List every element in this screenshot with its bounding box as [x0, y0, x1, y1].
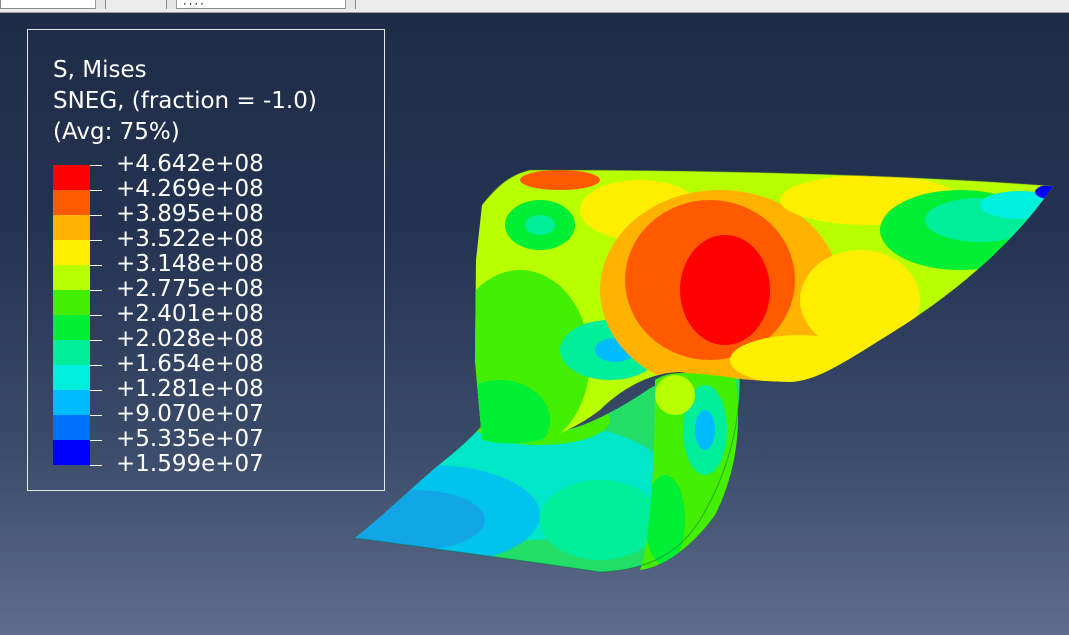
legend-value: +3.522e+08: [116, 226, 264, 252]
upper-surface-region: [475, 170, 1053, 444]
legend-swatch: [53, 165, 90, 190]
legend-swatch: [53, 215, 90, 240]
legend-tick: [90, 165, 102, 166]
vertical-wall-region: [640, 373, 739, 570]
combo-box-left[interactable]: [0, 0, 106, 9]
legend-tick: [90, 340, 102, 341]
combo-box-mid-value: ', , , ,: [181, 0, 204, 7]
legend-swatch: [53, 390, 90, 415]
legend-value: +3.148e+08: [116, 251, 264, 277]
legend-value: +1.281e+08: [116, 376, 264, 402]
chevron-down-icon[interactable]: [345, 0, 355, 9]
legend-tick: [90, 465, 102, 466]
legend-tick: [90, 415, 102, 416]
legend-value: +2.401e+08: [116, 301, 264, 327]
legend-tick: [90, 215, 102, 216]
legend-value: +2.775e+08: [116, 276, 264, 302]
legend-tick: [90, 290, 102, 291]
legend-swatch: [53, 265, 90, 290]
legend-section-point: SNEG, (fraction = -1.0): [53, 88, 317, 114]
legend-value: +1.654e+08: [116, 351, 264, 377]
contour-legend: S, Mises SNEG, (fraction = -1.0) (Avg: 7…: [27, 29, 385, 491]
model-viewport[interactable]: S, Mises SNEG, (fraction = -1.0) (Avg: 7…: [0, 13, 1069, 635]
legend-tick: [90, 240, 102, 241]
legend-value: +3.895e+08: [116, 201, 264, 227]
legend-value: +9.070e+07: [116, 401, 264, 427]
legend-value: +5.335e+07: [116, 426, 264, 452]
legend-tick: [90, 390, 102, 391]
legend-swatch: [53, 315, 90, 340]
legend-tick: [90, 365, 102, 366]
legend-swatch: [53, 440, 90, 465]
legend-value: +4.642e+08: [116, 151, 264, 177]
legend-tick: [90, 190, 102, 191]
legend-value: +1.599e+07: [116, 451, 264, 477]
combo-box-mid[interactable]: ', , , ,: [166, 0, 356, 9]
legend-variable: S, Mises: [53, 57, 147, 83]
legend-swatch: [53, 190, 90, 215]
legend-swatch: [53, 365, 90, 390]
legend-tick: [90, 315, 102, 316]
chevron-down-icon[interactable]: [95, 0, 105, 9]
legend-tick: [90, 440, 102, 441]
chevron-down-icon[interactable]: [167, 0, 177, 9]
legend-swatch: [53, 240, 90, 265]
legend-swatch: [53, 415, 90, 440]
legend-value: +4.269e+08: [116, 176, 264, 202]
legend-value: +2.028e+08: [116, 326, 264, 352]
legend-averaging: (Avg: 75%): [53, 119, 180, 145]
legend-tick: [90, 265, 102, 266]
toolbar-strip: ', , , ,: [0, 0, 1069, 13]
legend-swatch: [53, 290, 90, 315]
legend-swatch: [53, 340, 90, 365]
